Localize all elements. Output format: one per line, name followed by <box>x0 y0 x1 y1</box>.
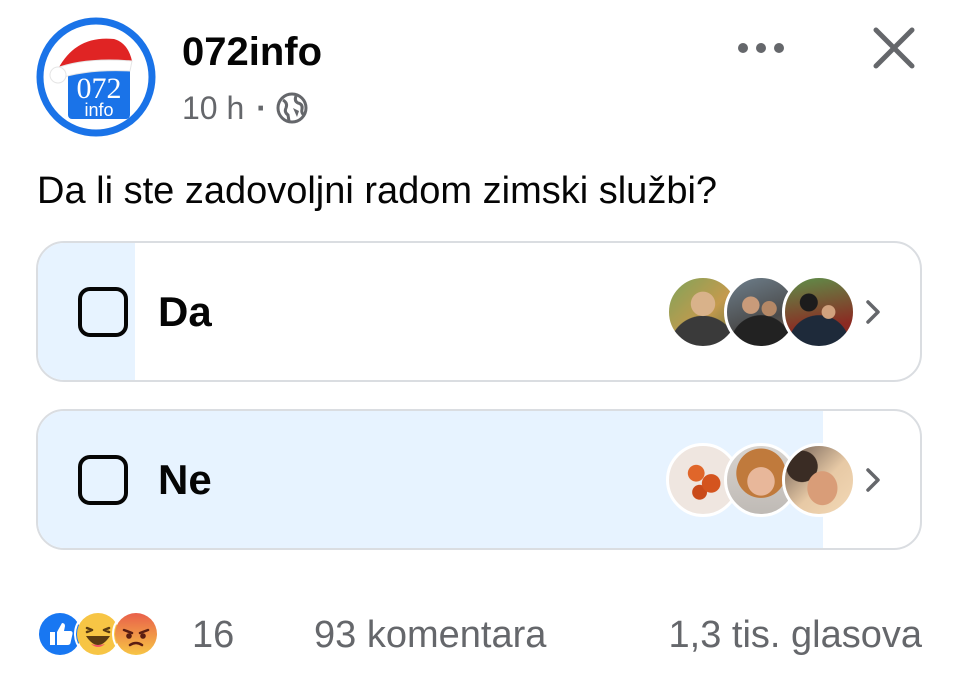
more-horizontal-icon[interactable] <box>736 40 786 56</box>
page-name[interactable]: 072info <box>182 28 322 76</box>
votes-count[interactable]: 1,3 tis. glasova <box>669 614 922 656</box>
close-icon[interactable] <box>870 24 918 72</box>
poll-option-ne[interactable]: Ne <box>36 409 922 550</box>
voter-avatars[interactable] <box>666 442 856 517</box>
page-avatar[interactable]: 072 info <box>36 17 156 137</box>
option-label: Ne <box>158 455 212 503</box>
option-checkbox[interactable] <box>78 454 128 505</box>
avatar <box>782 274 856 349</box>
post-footer: 16 93 komentara 1,3 tis. glasova <box>36 610 922 660</box>
logo-072info: 072 info <box>36 17 156 137</box>
option-label: Da <box>158 287 212 335</box>
reaction-count[interactable]: 16 <box>192 614 234 656</box>
post-meta: 10 h · <box>182 88 309 128</box>
comments-count[interactable]: 93 komentara <box>314 614 546 656</box>
svg-text:info: info <box>84 100 113 120</box>
avatar <box>782 442 856 517</box>
option-checkbox[interactable] <box>78 286 128 337</box>
post-time[interactable]: 10 h <box>182 90 244 127</box>
chevron-right-icon[interactable] <box>864 466 882 494</box>
poll-option-da[interactable]: Da <box>36 241 922 382</box>
angry-icon <box>112 610 160 658</box>
voter-avatars[interactable] <box>666 274 856 349</box>
chevron-right-icon[interactable] <box>864 298 882 326</box>
globe-icon <box>276 92 308 124</box>
meta-separator: · <box>256 89 267 126</box>
reactions-summary[interactable] <box>36 610 160 658</box>
poll-question: Da li ste zadovoljni radom zimski službi… <box>37 170 718 212</box>
